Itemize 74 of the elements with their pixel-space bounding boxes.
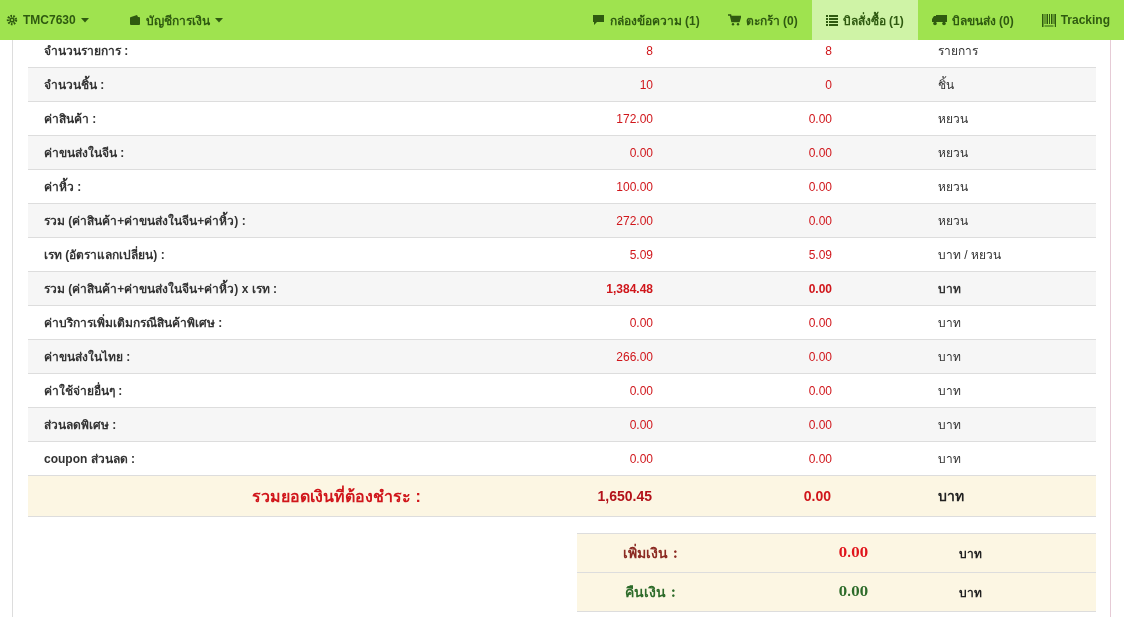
cart-icon (727, 14, 741, 26)
amount-value: 0.00 (808, 451, 832, 466)
amount-value: 100.00 (616, 179, 653, 194)
unit-label: หยวน (938, 112, 968, 126)
nav-tab[interactable]: ตะกร้า (0) (713, 0, 812, 40)
total-value: 0.00 (803, 488, 831, 504)
total-label: รวมยอดเงินที่ต้องชำระ : (252, 487, 421, 505)
row-label: ค่าขนส่งในไทย : (43, 350, 131, 364)
unit-label: บาท (938, 384, 961, 398)
row-label: ส่วนลดพิเศษ : (43, 418, 117, 432)
adjustment-value: 0.00 (838, 585, 868, 599)
caret-icon (80, 17, 89, 23)
amount-value: 0.00 (629, 417, 653, 432)
row-label: coupon ส่วนลด : (43, 452, 135, 466)
list-icon (825, 14, 838, 26)
amount-value: 272.00 (616, 213, 653, 228)
amount-value: 0.00 (808, 383, 832, 398)
amount-value: 10 (639, 77, 653, 92)
amount-value: 0.00 (808, 111, 832, 126)
unit-label: บาท (959, 585, 982, 600)
unit-label: หยวน (938, 180, 968, 194)
amount-value: 0.00 (808, 145, 832, 160)
total-value: 1,650.45 (597, 488, 652, 504)
caret-icon (214, 17, 223, 23)
amount-value: 0.00 (629, 145, 653, 160)
unit-label: หยวน (938, 146, 968, 160)
unit-label: บาท (938, 282, 961, 296)
adjustment-label: เพิ่มเงิน : (622, 545, 678, 561)
unit-label: หยวน (938, 214, 968, 228)
unit-label: รายการ (938, 44, 978, 58)
adjustment-label: คืนเงิน : (624, 584, 676, 600)
settings-icon (6, 14, 18, 26)
amount-value: 0.00 (629, 383, 653, 398)
row-label: จำนวนรายการ : (43, 44, 129, 58)
amount-value: 0.00 (808, 417, 832, 432)
amount-value: 0.00 (629, 315, 653, 330)
unit-label: ชิ้น (938, 78, 954, 92)
barcode-icon (1041, 13, 1056, 27)
wallet-icon (128, 14, 141, 26)
nav-tab[interactable]: กล่องข้อความ (1) (577, 0, 714, 40)
row-label: เรท (อัตราแลกเปลี่ยน) : (43, 248, 165, 262)
amount-value: 5.09 (808, 247, 832, 262)
amount-value: 0.00 (808, 315, 832, 330)
unit-label: บาท / หยวน (938, 248, 1001, 262)
amount-value: 0.00 (808, 349, 832, 364)
amount-value: 266.00 (616, 349, 653, 364)
amount-value: 0.00 (808, 213, 832, 228)
unit-label: บาท (938, 350, 961, 364)
row-label: ค่าสินค้า : (43, 112, 97, 126)
amount-value: 172.00 (616, 111, 653, 126)
nav-tab[interactable]: บิลขนส่ง (0) (917, 0, 1028, 40)
amount-value: 0 (825, 77, 832, 92)
unit-label: บาท (938, 316, 961, 330)
amount-value: 0.00 (629, 451, 653, 466)
amount-value: 1,384.48 (606, 281, 653, 296)
row-label: ค่าขนส่งในจีน : (43, 146, 125, 160)
nav-dropdown[interactable]: บัญชีการเงิน (116, 0, 235, 40)
unit-label: บาท (938, 488, 964, 504)
amount-value: 8 (646, 43, 653, 58)
row-label: ค่าบริการเพิ่มเติมกรณีสินค้าพิเศษ : (43, 316, 223, 330)
amount-value: 5.09 (629, 247, 653, 262)
truck-icon (931, 14, 947, 26)
speech-bubble-icon (591, 14, 605, 26)
unit-label: บาท (938, 418, 961, 432)
nav-tab[interactable]: บิลสั่งซื้อ (1) (811, 0, 918, 40)
unit-label: บาท (959, 546, 982, 561)
amount-value: 0.00 (808, 281, 832, 296)
row-label: ค่าใช้จ่ายอื่นๆ : (43, 384, 123, 398)
unit-label: บาท (938, 452, 961, 466)
amount-value: 8 (825, 43, 832, 58)
nav-dropdown[interactable]: TMC7630 (0, 0, 101, 40)
amount-value: 0.00 (808, 179, 832, 194)
nav-tab[interactable]: Tracking (1027, 0, 1124, 40)
adjustment-value: 0.00 (838, 546, 868, 560)
